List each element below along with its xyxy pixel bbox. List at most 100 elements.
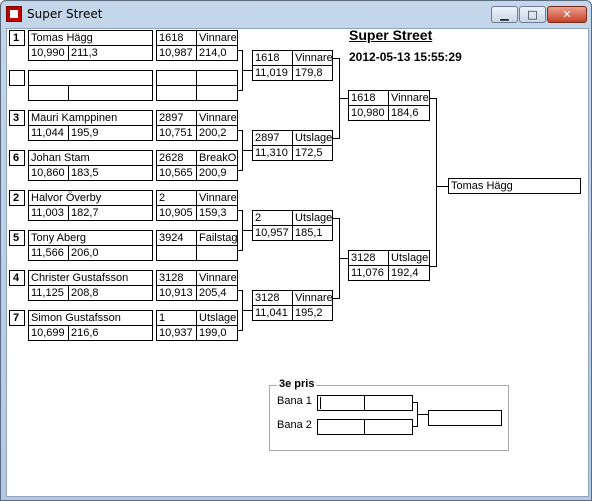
speed-field[interactable]: 200,9 bbox=[196, 165, 238, 181]
elapsed-time-field[interactable]: 10,751 bbox=[156, 125, 197, 141]
car-number-field[interactable]: 2628 bbox=[156, 150, 197, 166]
racer-name-field[interactable] bbox=[28, 70, 153, 86]
title-bar[interactable]: Super Street ▁ □ ✕ bbox=[1, 1, 591, 28]
result-field[interactable]: Vinnare bbox=[292, 290, 333, 306]
winner-field[interactable]: Tomas Hägg bbox=[448, 178, 581, 194]
reaction-time-field[interactable] bbox=[28, 85, 69, 101]
minimize-button[interactable]: ▁ bbox=[491, 6, 518, 23]
maximize-button[interactable]: □ bbox=[519, 6, 546, 23]
speed-field[interactable]: 159,3 bbox=[196, 205, 238, 221]
car-number-field[interactable]: 2897 bbox=[252, 130, 293, 146]
result-field[interactable]: Utslagen bbox=[292, 210, 333, 226]
elapsed-time-field[interactable]: 10,987 bbox=[156, 45, 197, 61]
elapsed-time-field[interactable]: 10,937 bbox=[156, 325, 197, 341]
bracket-line bbox=[238, 170, 243, 171]
car-number-field[interactable]: 1618 bbox=[252, 50, 293, 66]
elapsed-time-field[interactable]: 10,957 bbox=[252, 225, 293, 241]
speed-field[interactable]: 200,2 bbox=[196, 125, 238, 141]
racer-name-field[interactable]: Christer Gustafsson bbox=[28, 270, 153, 286]
bracket-line bbox=[242, 150, 252, 151]
speed-field[interactable]: 206,0 bbox=[68, 245, 153, 261]
lane-1-time-field[interactable] bbox=[317, 395, 365, 411]
result-field[interactable]: Vinnare bbox=[196, 110, 238, 126]
seed-number: 4 bbox=[9, 270, 25, 286]
minimize-icon: ▁ bbox=[500, 8, 509, 21]
elapsed-time-field[interactable]: 11,076 bbox=[348, 265, 389, 281]
elapsed-time-field[interactable]: 11,310 bbox=[252, 145, 293, 161]
result-field[interactable]: BreakOut bbox=[196, 150, 238, 166]
car-number-field[interactable]: 2 bbox=[156, 190, 197, 206]
elapsed-time-field[interactable]: 11,041 bbox=[252, 305, 293, 321]
car-number-field[interactable]: 3924 bbox=[156, 230, 197, 246]
speed-field[interactable]: 195,9 bbox=[68, 125, 153, 141]
speed-field[interactable]: 214,0 bbox=[196, 45, 238, 61]
car-number-field[interactable]: 3128 bbox=[348, 250, 389, 266]
third-place-result-field[interactable] bbox=[428, 410, 502, 426]
speed-field[interactable]: 205,4 bbox=[196, 285, 238, 301]
app-icon[interactable] bbox=[6, 6, 22, 22]
racer-name-field[interactable]: Mauri Kamppinen bbox=[28, 110, 153, 126]
reaction-time-field[interactable]: 10,860 bbox=[28, 165, 69, 181]
car-number-field[interactable]: 2897 bbox=[156, 110, 197, 126]
speed-field[interactable]: 184,6 bbox=[388, 105, 430, 121]
third-place-title: 3e pris bbox=[277, 378, 317, 390]
elapsed-time-field[interactable]: 10,905 bbox=[156, 205, 197, 221]
speed-field[interactable]: 192,4 bbox=[388, 265, 430, 281]
racer-name-field[interactable]: Halvor Överby bbox=[28, 190, 153, 206]
speed-field[interactable]: 195,2 bbox=[292, 305, 333, 321]
elapsed-time-field[interactable] bbox=[156, 85, 197, 101]
elapsed-time-field[interactable]: 10,980 bbox=[348, 105, 389, 121]
result-field[interactable] bbox=[196, 70, 238, 86]
speed-field[interactable]: 199,0 bbox=[196, 325, 238, 341]
speed-field[interactable]: 179,8 bbox=[292, 65, 333, 81]
car-number-field[interactable]: 3128 bbox=[156, 270, 197, 286]
bracket-line bbox=[238, 90, 243, 91]
reaction-time-field[interactable]: 10,699 bbox=[28, 325, 69, 341]
speed-field[interactable]: 182,7 bbox=[68, 205, 153, 221]
result-field[interactable]: Failstage bbox=[196, 230, 238, 246]
reaction-time-field[interactable]: 11,566 bbox=[28, 245, 69, 261]
car-number-field[interactable]: 1 bbox=[156, 310, 197, 326]
speed-field[interactable]: 211,3 bbox=[68, 45, 153, 61]
racer-name-field[interactable]: Johan Stam bbox=[28, 150, 153, 166]
speed-field[interactable] bbox=[196, 245, 238, 261]
text-cursor bbox=[320, 397, 321, 409]
elapsed-time-field[interactable]: 10,913 bbox=[156, 285, 197, 301]
car-number-field[interactable]: 2 bbox=[252, 210, 293, 226]
speed-field[interactable]: 183,5 bbox=[68, 165, 153, 181]
lane-1-speed-field[interactable] bbox=[364, 395, 413, 411]
speed-field[interactable] bbox=[196, 85, 238, 101]
result-field[interactable]: Utslagen bbox=[388, 250, 430, 266]
racer-name-field[interactable]: Tony Aberg bbox=[28, 230, 153, 246]
speed-field[interactable]: 172,5 bbox=[292, 145, 333, 161]
car-number-field[interactable] bbox=[156, 70, 197, 86]
result-field[interactable]: Vinnare bbox=[196, 270, 238, 286]
speed-field[interactable]: 185,1 bbox=[292, 225, 333, 241]
car-number-field[interactable]: 1618 bbox=[348, 90, 389, 106]
lane-2-time-field[interactable] bbox=[317, 419, 365, 435]
elapsed-time-field[interactable]: 11,019 bbox=[252, 65, 293, 81]
speed-field[interactable]: 216,6 bbox=[68, 325, 153, 341]
reaction-time-field[interactable]: 10,990 bbox=[28, 45, 69, 61]
result-field[interactable]: Vinnare bbox=[292, 50, 333, 66]
speed-field[interactable] bbox=[68, 85, 153, 101]
racer-name-field[interactable]: Simon Gustafsson bbox=[28, 310, 153, 326]
app-window: Super Street ▁ □ ✕ Super Street 2012-05-… bbox=[0, 0, 592, 501]
racer-name-field[interactable]: Tomas Hägg bbox=[28, 30, 153, 46]
result-field[interactable]: Vinnare bbox=[196, 30, 238, 46]
speed-field[interactable]: 208,8 bbox=[68, 285, 153, 301]
result-field[interactable]: Vinnare bbox=[196, 190, 238, 206]
elapsed-time-field[interactable] bbox=[156, 245, 197, 261]
elapsed-time-field[interactable]: 10,565 bbox=[156, 165, 197, 181]
close-button[interactable]: ✕ bbox=[547, 6, 587, 23]
reaction-time-field[interactable]: 11,044 bbox=[28, 125, 69, 141]
reaction-time-field[interactable]: 11,125 bbox=[28, 285, 69, 301]
car-number-field[interactable]: 3128 bbox=[252, 290, 293, 306]
result-field[interactable]: Utslagen bbox=[196, 310, 238, 326]
seed-number: 1 bbox=[9, 30, 25, 46]
lane-2-speed-field[interactable] bbox=[364, 419, 413, 435]
car-number-field[interactable]: 1618 bbox=[156, 30, 197, 46]
result-field[interactable]: Vinnare bbox=[388, 90, 430, 106]
reaction-time-field[interactable]: 11,003 bbox=[28, 205, 69, 221]
result-field[interactable]: Utslagen bbox=[292, 130, 333, 146]
